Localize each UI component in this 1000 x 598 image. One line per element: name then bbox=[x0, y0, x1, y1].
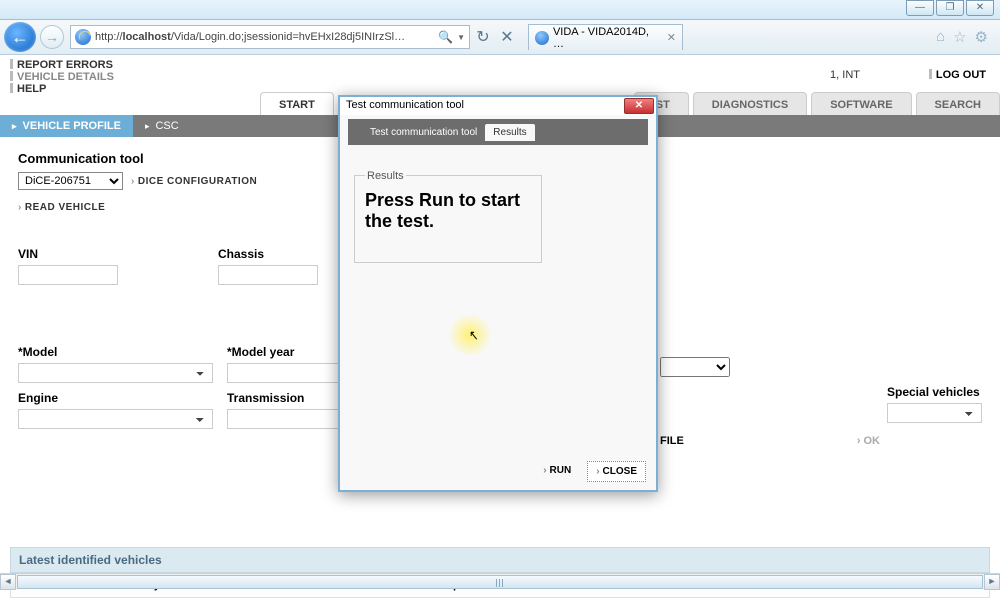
tools-icon[interactable]: ⚙ bbox=[975, 28, 988, 46]
tab-diagnostics[interactable]: DIAGNOSTICS bbox=[693, 92, 807, 115]
window-close-button[interactable]: ✕ bbox=[966, 0, 994, 16]
crumb-csc[interactable]: ▸CSC bbox=[133, 115, 191, 137]
special-vehicles-select[interactable] bbox=[887, 403, 982, 423]
dialog-tab-results[interactable]: Results bbox=[485, 124, 534, 141]
close-button[interactable]: CLOSE bbox=[587, 461, 646, 482]
comm-tool-select[interactable]: DiCE-206751 bbox=[18, 172, 123, 190]
test-comm-tool-dialog: Test communication tool ✕ Test communica… bbox=[338, 95, 658, 492]
model-label: *Model bbox=[18, 345, 213, 359]
run-button[interactable]: RUN bbox=[535, 461, 579, 482]
search-icon[interactable]: 🔍 bbox=[438, 30, 453, 44]
logout-link[interactable]: LOG OUT bbox=[929, 69, 986, 81]
tab-close-icon[interactable]: ✕ bbox=[667, 31, 676, 44]
tab-title: VIDA - VIDA2014D, … bbox=[553, 26, 663, 50]
address-dropdown-icon[interactable]: ▼ bbox=[457, 33, 465, 42]
results-legend: Results bbox=[365, 170, 406, 182]
browser-toolbar: ← → http://localhost/Vida/Login.do;jsess… bbox=[0, 20, 1000, 55]
ie-logo-icon bbox=[75, 29, 91, 45]
browser-tab[interactable]: VIDA - VIDA2014D, … ✕ bbox=[528, 24, 683, 50]
favorites-icon[interactable]: ☆ bbox=[953, 28, 966, 46]
scroll-right-button[interactable]: ► bbox=[984, 574, 1000, 590]
dice-config-link[interactable]: DICE CONFIGURATION bbox=[131, 176, 257, 187]
results-panel: Results Press Run to start the test. bbox=[354, 175, 542, 263]
vin-input[interactable] bbox=[18, 265, 118, 285]
tab-favicon-icon bbox=[535, 31, 549, 45]
model-select[interactable] bbox=[18, 363, 213, 383]
chassis-label: Chassis bbox=[218, 247, 318, 261]
window-maximize-button[interactable]: ❐ bbox=[936, 0, 964, 16]
dialog-titlebar: Test communication tool ✕ bbox=[340, 97, 656, 115]
dialog-title: Test communication tool bbox=[346, 99, 464, 111]
chevron-right-icon: ▸ bbox=[12, 121, 17, 132]
horizontal-scrollbar[interactable]: ◄ ► bbox=[0, 573, 1000, 589]
engine-label: Engine bbox=[18, 391, 213, 405]
url-host: localhost bbox=[123, 31, 171, 43]
engine-select[interactable] bbox=[18, 409, 213, 429]
window-titlebar: — ❐ ✕ bbox=[0, 0, 1000, 20]
tab-software[interactable]: SOFTWARE bbox=[811, 92, 911, 115]
latest-vehicles-heading: Latest identified vehicles bbox=[10, 547, 990, 573]
results-message: Press Run to start the test. bbox=[365, 190, 531, 232]
crumb-vehicle-profile[interactable]: ▸VEHICLE PROFILE bbox=[0, 115, 133, 137]
dialog-close-x-button[interactable]: ✕ bbox=[624, 98, 654, 114]
url-path: /Vida/Login.do;jsessionid=hvEHxI28dj5INI… bbox=[171, 31, 405, 43]
tab-start[interactable]: START bbox=[260, 92, 334, 115]
scroll-left-button[interactable]: ◄ bbox=[0, 574, 16, 590]
refresh-button[interactable]: ↻ bbox=[472, 26, 494, 48]
scroll-track[interactable] bbox=[16, 575, 984, 589]
forward-button[interactable]: → bbox=[40, 25, 64, 49]
special-vehicles-label: Special vehicles bbox=[887, 385, 982, 399]
unknown-select[interactable] bbox=[660, 357, 730, 377]
stop-button[interactable]: ✕ bbox=[496, 26, 518, 48]
address-bar[interactable]: http://localhost/Vida/Login.do;jsessioni… bbox=[70, 25, 470, 49]
vin-label: VIN bbox=[18, 247, 118, 261]
chevron-right-icon: ▸ bbox=[145, 121, 150, 132]
dialog-tab-test[interactable]: Test communication tool bbox=[362, 124, 485, 141]
user-info: 1, INT bbox=[830, 69, 860, 81]
file-label: FILE bbox=[660, 435, 684, 447]
url-prefix: http:// bbox=[95, 31, 123, 43]
scroll-thumb[interactable] bbox=[17, 575, 983, 589]
ok-button[interactable]: OK bbox=[857, 435, 880, 447]
back-button[interactable]: ← bbox=[4, 22, 36, 52]
chassis-input[interactable] bbox=[218, 265, 318, 285]
window-minimize-button[interactable]: — bbox=[906, 0, 934, 16]
tab-search[interactable]: SEARCH bbox=[916, 92, 1000, 115]
home-icon[interactable]: ⌂ bbox=[936, 28, 945, 46]
